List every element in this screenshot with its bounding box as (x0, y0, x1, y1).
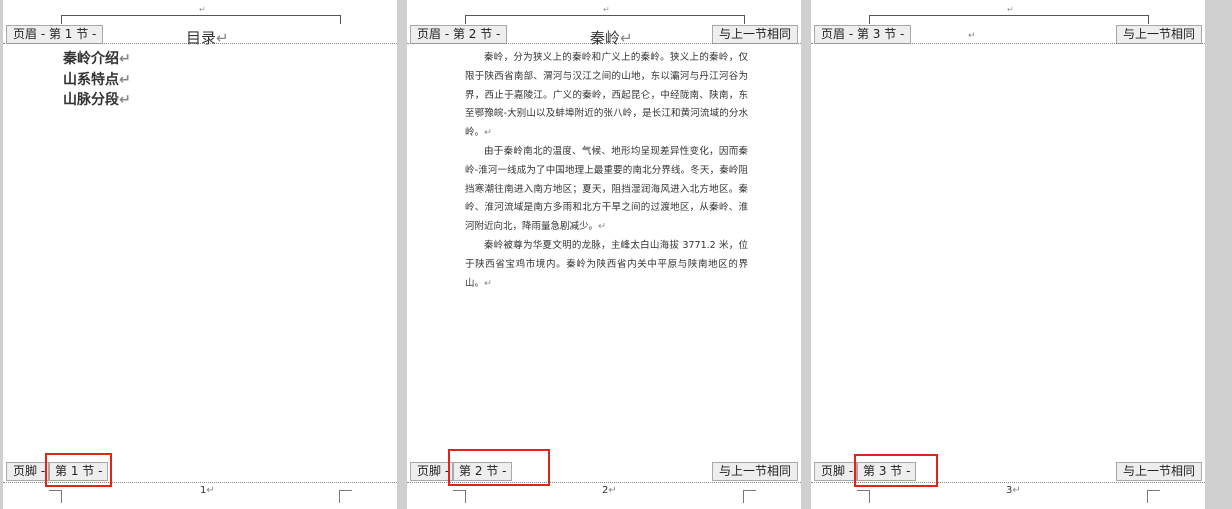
highlight-box (45, 453, 112, 487)
same-as-previous-button[interactable]: 与上一节相同 (1115, 462, 1202, 481)
highlight-box (448, 449, 550, 486)
toc-item[interactable]: 秦岭介绍↵ (63, 48, 131, 68)
page-title: 目录↵ (186, 29, 229, 47)
header-bracket (61, 15, 341, 24)
document-page-3[interactable]: ↵ 页眉 - 第 3 节 - 与上一节相同 ↵ 页脚 - 第 3 节 - 与上一… (811, 0, 1205, 509)
same-as-previous-button[interactable]: 与上一节相同 (1115, 25, 1202, 44)
margin-corner-right (339, 490, 352, 503)
header-paragraph-mark: ↵ (199, 5, 206, 14)
header-bracket (869, 15, 1149, 24)
header-section-tab[interactable]: 页眉 - 第 2 节 - (410, 25, 508, 44)
toc-item[interactable]: 山脉分段↵ (63, 89, 131, 109)
document-page-2[interactable]: ↵ 页眉 - 第 2 节 - 与上一节相同 秦岭↵ 秦岭，分为狭义上的秦岭和广义… (407, 0, 801, 509)
margin-corner-left (49, 490, 62, 503)
margin-corner-left (857, 490, 870, 503)
same-as-previous-button[interactable]: 与上一节相同 (711, 462, 798, 481)
page-number: 2↵ (602, 485, 617, 496)
page-title: 秦岭↵ (590, 29, 633, 47)
paragraph: 秦岭，分为狭义上的秦岭和广义上的秦岭。狭义上的秦岭，仅限于陕西省南部、渭河与汉江… (465, 52, 748, 139)
paragraph: 秦岭被尊为华夏文明的龙脉，主峰太白山海拔 3771.2 米，位于陕西省宝鸡市境内… (465, 239, 748, 289)
footer-label-tab[interactable]: 页脚 - (410, 462, 454, 481)
page-number: 1↵ (200, 485, 215, 496)
header-section-tab[interactable]: 页眉 - 第 3 节 - (814, 25, 912, 44)
toc-item[interactable]: 山系特点↵ (63, 69, 131, 89)
margin-corner-right (1147, 490, 1160, 503)
body-text[interactable]: 秦岭，分为狭义上的秦岭和广义上的秦岭。狭义上的秦岭，仅限于陕西省南部、渭河与汉江… (465, 49, 748, 293)
footer-label-tab[interactable]: 页脚 - (814, 462, 858, 481)
footer-label-tab[interactable]: 页脚 - (6, 462, 50, 481)
header-section-tab[interactable]: 页眉 - 第 1 节 - (6, 25, 104, 44)
same-as-previous-button[interactable]: 与上一节相同 (711, 25, 798, 44)
margin-corner-left (453, 490, 466, 503)
header-bracket (465, 15, 745, 24)
page-number: 3↵ (1006, 485, 1021, 496)
header-paragraph-mark: ↵ (603, 5, 610, 14)
empty-paragraph-mark: ↵ (968, 31, 976, 41)
header-paragraph-mark: ↵ (1007, 5, 1014, 14)
highlight-box (854, 454, 938, 487)
header-divider (811, 43, 1205, 44)
margin-corner-right (743, 490, 756, 503)
paragraph: 由于秦岭南北的温度、气候、地形均呈现差异性变化，因而秦岭-淮河一线成为了中国地理… (465, 145, 748, 233)
document-page-1[interactable]: ↵ 页眉 - 第 1 节 - 目录↵ 秦岭介绍↵ 山系特点↵ 山脉分段↵ 页脚 … (3, 0, 397, 509)
